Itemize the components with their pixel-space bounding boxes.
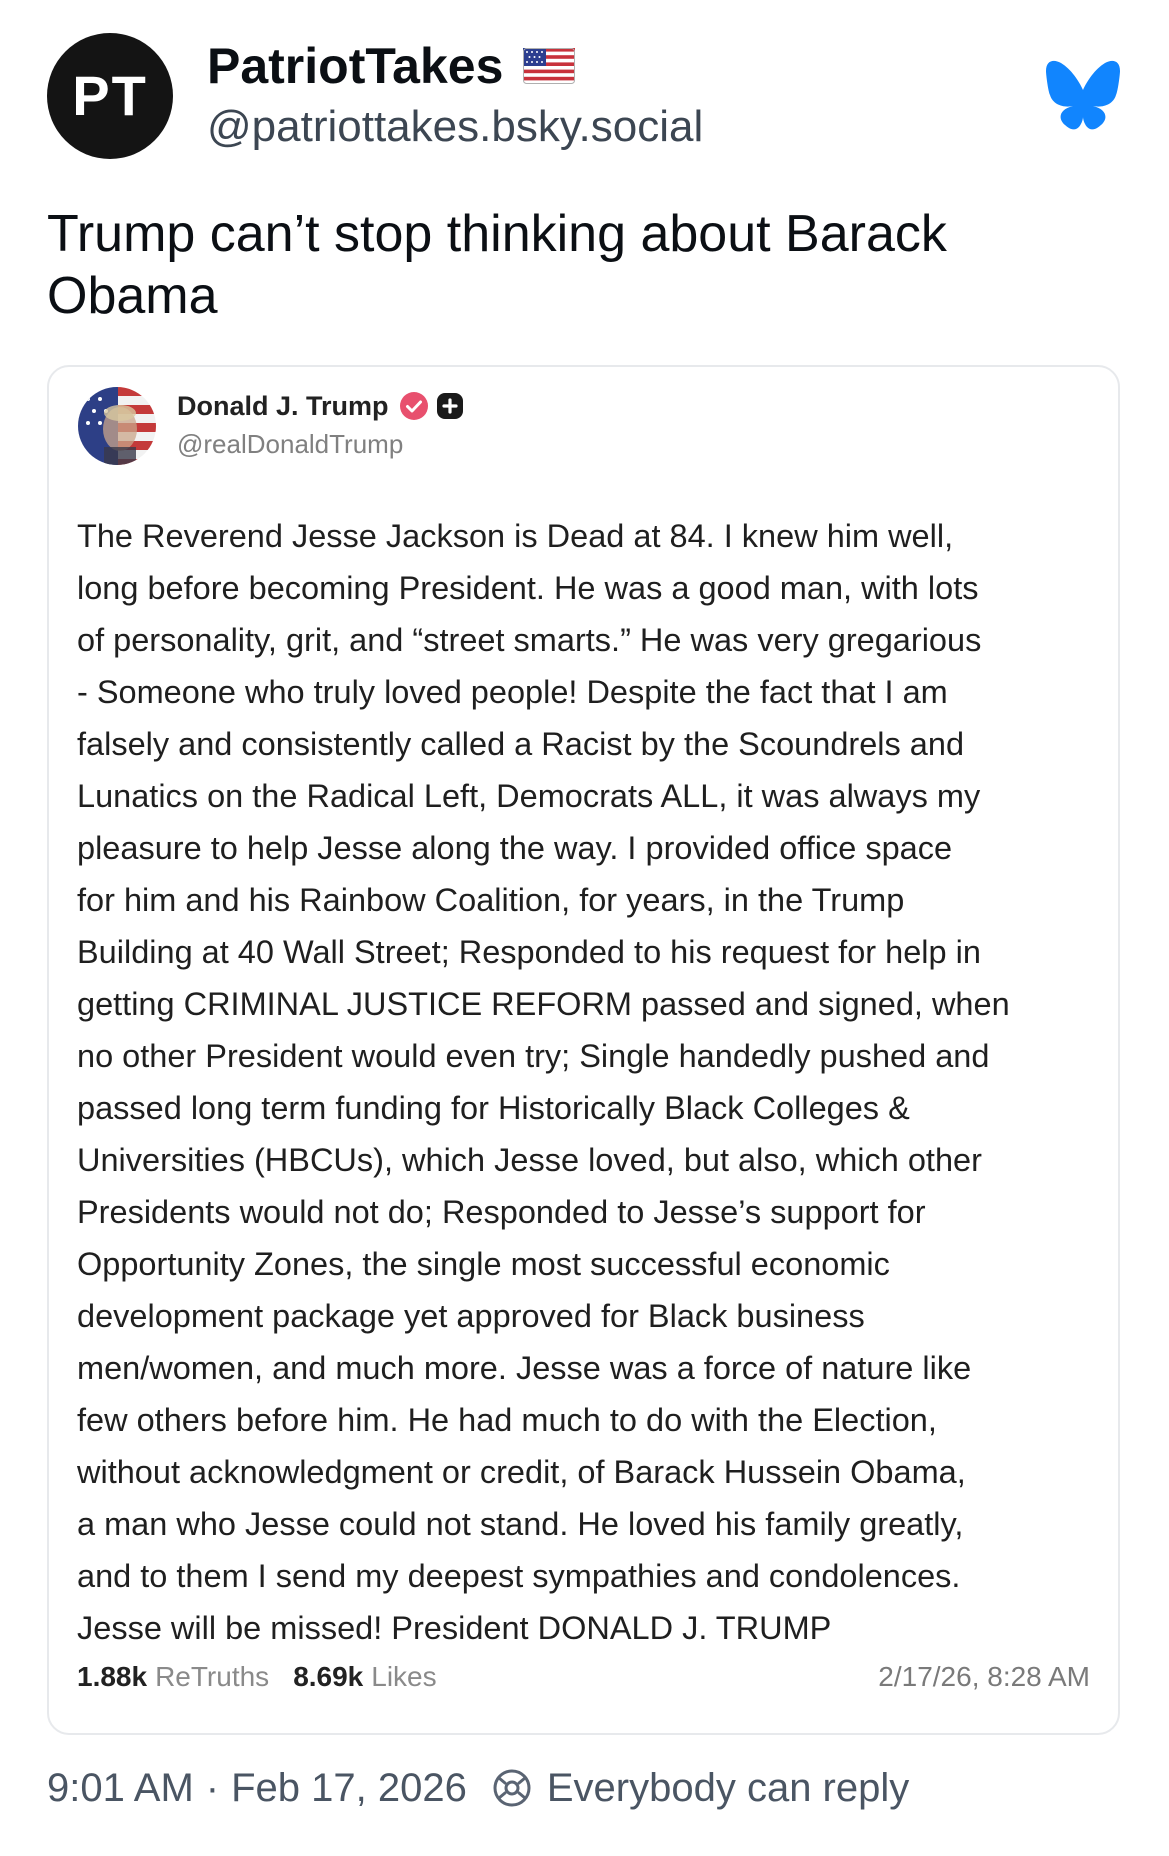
- us-flag-icon: [523, 48, 576, 84]
- post-time: 9:01 AM: [47, 1766, 194, 1810]
- embed-author-avatar: [78, 387, 156, 465]
- author-avatar[interactable]: PT: [47, 33, 173, 159]
- embed-name-row: Donald J. Trump: [177, 391, 465, 421]
- embed-author-name: Donald J. Trump: [177, 390, 389, 421]
- post-date: Feb 17, 2026: [231, 1766, 467, 1810]
- embedded-image[interactable]: Donald J. Trump @realDonaldTrump The Rev…: [47, 365, 1120, 1735]
- footer-separator: ·: [205, 1766, 220, 1810]
- reply-setting-label[interactable]: Everybody can reply: [547, 1768, 909, 1808]
- embed-author-handle: @realDonaldTrump: [177, 429, 404, 459]
- embed-stats: 1.88k ReTruths 8.69k Likes: [77, 1663, 437, 1691]
- flag-portrait-icon: [78, 387, 156, 465]
- verified-badge-icon: [399, 392, 428, 420]
- post-text: Trump can’t stop thinking about Barack O…: [47, 205, 947, 325]
- embed-timestamp: 2/17/26, 8:28 AM: [878, 1661, 1090, 1692]
- post-footer: 9:01 AM · Feb 17, 2026 Everybody can rep…: [47, 1767, 909, 1809]
- post-header: PT PatriotTakes @patriottakes.bsky.socia…: [47, 33, 1122, 161]
- display-name-row: PatriotTakes: [207, 41, 576, 91]
- likes-label: Likes: [371, 1661, 437, 1692]
- retruths-label: ReTruths: [155, 1661, 270, 1692]
- author-handle[interactable]: @patriottakes.bsky.social: [207, 105, 703, 149]
- retruths-count: 1.88k: [77, 1661, 148, 1692]
- avatar-monogram: PT: [72, 64, 148, 127]
- reply-setting-icon: [493, 1769, 531, 1807]
- author-display-name[interactable]: PatriotTakes: [207, 41, 503, 91]
- bluesky-butterfly-icon[interactable]: [1044, 59, 1122, 131]
- embed-post-body: The Reverend Jesse Jackson is Dead at 84…: [77, 518, 1010, 1646]
- plus-badge-icon: [436, 393, 463, 419]
- likes-count: 8.69k: [293, 1661, 364, 1692]
